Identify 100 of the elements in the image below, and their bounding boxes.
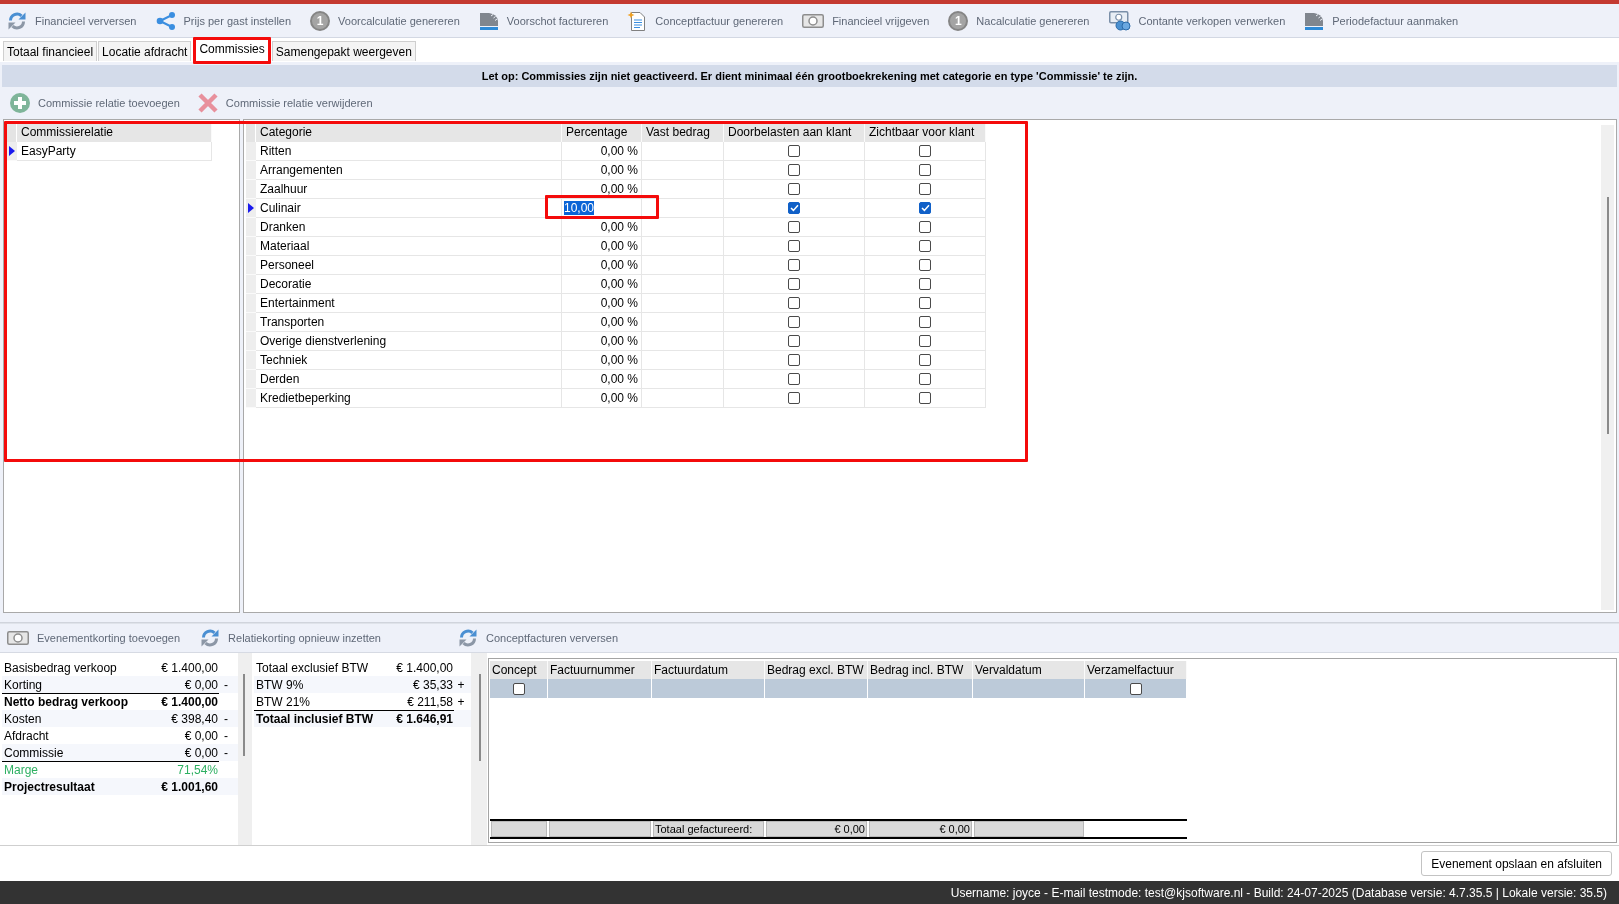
toolbar-button[interactable]: Evenementkorting toevoegen [6, 625, 182, 651]
checkbox[interactable] [919, 316, 931, 328]
column-header: Factuurnummer [548, 661, 652, 679]
checkmark-icon [789, 204, 799, 212]
sign-label: - [224, 728, 228, 743]
tab[interactable]: Totaal financieel [3, 41, 98, 61]
percentage-value: 0,00 % [600, 277, 638, 291]
percentage-value: 0,00 % [600, 220, 638, 234]
footer-cell [491, 821, 547, 837]
checkbox[interactable] [919, 240, 931, 252]
checkbox[interactable] [919, 335, 931, 347]
scrollbar[interactable] [238, 653, 252, 845]
percentage-value: 0,00 % [600, 182, 638, 196]
checkbox[interactable] [788, 278, 800, 290]
checkbox[interactable] [919, 221, 931, 233]
category-name: Techniek [256, 351, 562, 370]
checkbox[interactable] [788, 297, 800, 309]
column-header: Concept [490, 661, 548, 679]
scrollbar[interactable] [1601, 125, 1614, 610]
sign-label: + [457, 694, 465, 709]
refresh-icon [7, 10, 27, 31]
column-header: Vervaldatum [973, 661, 1085, 679]
category-name: Overige dienstverlening [256, 332, 562, 351]
toolbar-button[interactable]: Voorschot factureren [477, 7, 610, 34]
checkbox[interactable] [919, 373, 931, 385]
summary-label: Totaal inclusief BTW [256, 712, 374, 726]
summary-value: € 35,33 [412, 677, 453, 692]
checkbox[interactable] [512, 682, 525, 695]
percentage-value: 0,00 % [600, 353, 638, 367]
sign-label: - [224, 677, 228, 692]
column-header: Factuurdatum [652, 661, 765, 679]
checkbox[interactable] [919, 392, 931, 404]
toolbar-button[interactable]: Conceptfactuur genereren [626, 7, 785, 34]
checkbox[interactable] [788, 259, 800, 271]
notice-banner: Let op: Commissies zijn niet geactiveerd. Er dient minimaal één grootboekrekening met categorie en type 'Commissie' te zijn. [2, 65, 1617, 87]
paper-stack-icon [478, 10, 499, 31]
save-button[interactable]: Evenement opslaan en afsluiten [1421, 851, 1612, 876]
toolbar-button[interactable]: Conceptfacturen verversen [457, 625, 620, 651]
summary-value: € 0,00 [184, 728, 218, 743]
tab[interactable]: Samengepakt weergeven [271, 41, 416, 61]
status-bar: Username: joyce - E-mail testmode: test@kjsoftware.nl - Build: 24-07-2025 (Database versie: 4.7.35.5 | Lokale versie: 35.5) [0, 881, 1619, 904]
category-name: Entertainment [256, 294, 562, 313]
checkbox[interactable] [788, 145, 800, 157]
checkbox[interactable] [788, 183, 800, 195]
footer-total: € 0,00 [869, 821, 972, 837]
toolbar-button[interactable]: 1 Voorcalculatie genereren [309, 7, 461, 34]
checkbox[interactable] [1129, 682, 1142, 695]
tab[interactable]: Commissies [195, 39, 269, 62]
checkbox[interactable] [919, 259, 931, 271]
checkbox[interactable] [919, 183, 931, 195]
tab[interactable]: Locatie afdracht [98, 41, 192, 61]
checkbox[interactable] [919, 202, 931, 214]
action-button[interactable]: Commissie relatie toevoegen [9, 90, 181, 116]
checkbox[interactable] [788, 221, 800, 233]
refresh-icon [458, 628, 478, 648]
share-icon [155, 10, 176, 31]
checkbox[interactable] [788, 164, 800, 176]
action-button[interactable]: Commissie relatie verwijderen [196, 90, 374, 116]
category-name: Arrangementen [256, 161, 562, 180]
percentage-value: 0,00 % [600, 144, 638, 158]
toolbar-button[interactable]: Relatiekorting opnieuw inzetten [199, 625, 382, 651]
summary-value: € 398,40 [171, 711, 218, 726]
toolbar-button[interactable]: Financieel verversen [6, 7, 138, 34]
toolbar-button[interactable]: Contante verkopen verwerken [1107, 7, 1287, 34]
toolbar-button[interactable]: Prijs per gast instellen [154, 7, 293, 34]
sign-label: - [224, 745, 228, 760]
checkbox[interactable] [788, 240, 800, 252]
row-pointer-icon [248, 203, 254, 213]
percentage-value: 0,00 % [600, 258, 638, 272]
toolbar-button[interactable]: Financieel vrijgeven [801, 7, 931, 34]
scrollbar-thumb[interactable] [479, 674, 481, 761]
category-name: Derden [256, 370, 562, 389]
toolbar-button[interactable]: Periodefactuur aanmaken [1303, 7, 1460, 34]
summary-label: BTW 21% [256, 694, 310, 709]
checkbox[interactable] [919, 278, 931, 290]
checkbox[interactable] [919, 164, 931, 176]
summary-label: Commissie [4, 745, 64, 760]
checkbox[interactable] [919, 354, 931, 366]
banknote-coins-icon [1108, 10, 1131, 31]
percentage-value: 0,00 % [600, 372, 638, 386]
relation-name[interactable]: EasyParty [17, 142, 212, 161]
checkbox[interactable] [788, 202, 800, 214]
scrollbar[interactable] [471, 653, 487, 845]
category-name: Dranken [256, 218, 562, 237]
checkbox[interactable] [788, 335, 800, 347]
plus-circle-icon [10, 93, 30, 113]
summary-label: Basisbedrag verkoop [4, 660, 117, 675]
scrollbar-thumb[interactable] [1607, 197, 1609, 434]
checkbox[interactable] [919, 297, 931, 309]
checkbox[interactable] [788, 373, 800, 385]
checkbox[interactable] [788, 354, 800, 366]
checkbox[interactable] [788, 392, 800, 404]
scrollbar-thumb[interactable] [243, 674, 245, 756]
sign-label: - [224, 711, 228, 726]
category-name: Transporten [256, 313, 562, 332]
checkbox[interactable] [788, 316, 800, 328]
summary-label: Projectresultaat [4, 779, 95, 794]
checkbox[interactable] [919, 145, 931, 157]
toolbar-button[interactable]: 1 Nacalculatie genereren [947, 7, 1091, 34]
summary-label: Netto bedrag verkoop [4, 695, 129, 709]
